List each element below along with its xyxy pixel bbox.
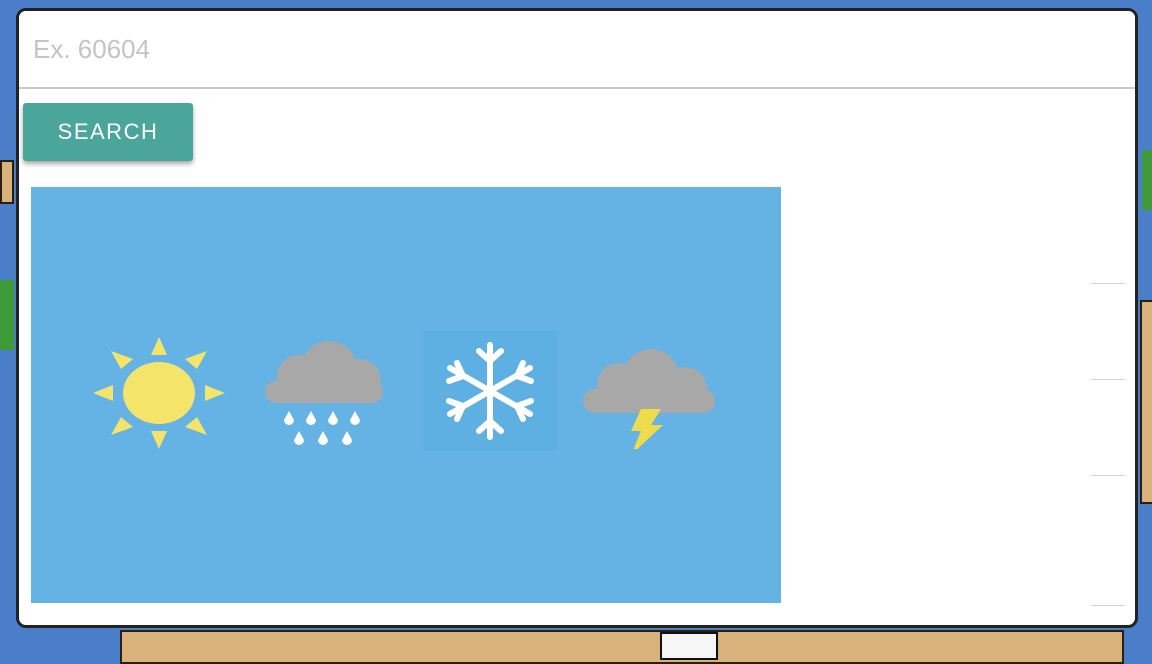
background-grass-right [1142,150,1152,210]
rain-cloud-icon [265,341,383,445]
thunderstorm-cloud-icon [583,349,715,449]
background-grass-left [0,280,14,350]
background-tile-left [0,160,14,204]
divider [1091,283,1125,284]
background-tile-right [1140,300,1152,504]
divider [1091,379,1125,380]
divider [1091,475,1125,476]
snowflake-icon [446,342,534,440]
weather-icons-banner [31,187,781,603]
divider [1091,605,1125,606]
sun-icon [93,337,225,449]
background-sign [660,632,718,660]
weather-search-panel: SEARCH [16,8,1138,628]
search-button[interactable]: SEARCH [23,103,193,161]
zip-code-input[interactable] [19,11,1135,89]
background-ground-bottom [120,630,1124,664]
